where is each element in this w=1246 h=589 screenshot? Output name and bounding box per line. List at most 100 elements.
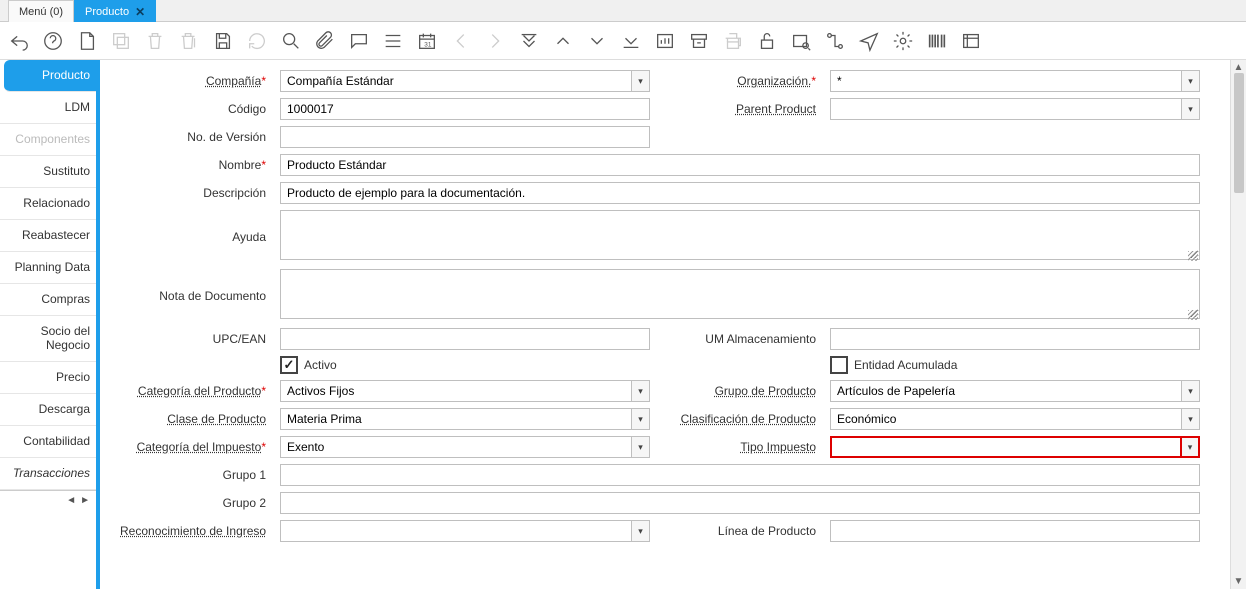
dropdown-icon[interactable] <box>1181 381 1199 401</box>
field-upc-ean[interactable] <box>280 328 650 350</box>
field-clasif-producto[interactable] <box>830 408 1200 430</box>
input-tipo-impuesto[interactable] <box>830 436 1200 458</box>
field-reconoc-ingreso[interactable] <box>280 520 650 542</box>
input-compania[interactable] <box>280 70 650 92</box>
send-icon[interactable] <box>858 30 880 52</box>
field-nombre[interactable] <box>280 154 1200 176</box>
input-clase-producto[interactable] <box>280 408 650 430</box>
last-icon[interactable] <box>620 30 642 52</box>
input-parent-product[interactable] <box>830 98 1200 120</box>
sidebar-nav-left-icon[interactable]: ◄ <box>66 495 76 506</box>
input-organizacion[interactable] <box>830 70 1200 92</box>
field-clase-producto[interactable] <box>280 408 650 430</box>
next-icon[interactable] <box>484 30 506 52</box>
sidebar-item-componentes[interactable]: Componentes <box>0 124 96 156</box>
sidebar-item-precio[interactable]: Precio <box>0 362 96 394</box>
input-grupo2[interactable] <box>280 492 1200 514</box>
sidebar-item-socio-negocio[interactable]: Socio del Negocio <box>0 316 96 362</box>
field-um-alm[interactable] <box>830 328 1200 350</box>
tab-producto[interactable]: Producto ✕ <box>74 0 156 22</box>
dropdown-icon[interactable] <box>1181 99 1199 119</box>
list-icon[interactable] <box>382 30 404 52</box>
input-cat-impuesto[interactable] <box>280 436 650 458</box>
field-grupo1[interactable] <box>280 464 1200 486</box>
input-nombre[interactable] <box>280 154 1200 176</box>
dropdown-icon[interactable] <box>1180 438 1198 456</box>
field-codigo[interactable] <box>280 98 650 120</box>
field-tipo-impuesto[interactable] <box>830 436 1200 458</box>
dropdown-icon[interactable] <box>631 437 649 457</box>
field-linea-producto[interactable] <box>830 520 1200 542</box>
sidebar-item-planning-data[interactable]: Planning Data <box>0 252 96 284</box>
undo-icon[interactable] <box>8 30 30 52</box>
down-icon[interactable] <box>586 30 608 52</box>
input-no-version[interactable] <box>280 126 650 148</box>
field-cat-impuesto[interactable] <box>280 436 650 458</box>
up-icon[interactable] <box>552 30 574 52</box>
sidebar-item-transacciones[interactable]: Transacciones <box>0 458 96 490</box>
sidebar-item-sustituto[interactable]: Sustituto <box>0 156 96 188</box>
field-no-version[interactable] <box>280 126 650 148</box>
new-icon[interactable] <box>76 30 98 52</box>
input-cat-producto[interactable] <box>280 380 650 402</box>
field-grupo2[interactable] <box>280 492 1200 514</box>
checkbox-activo[interactable]: Activo <box>280 356 650 374</box>
chat-icon[interactable] <box>348 30 370 52</box>
textarea-ayuda[interactable] <box>280 210 1200 260</box>
checkbox-entidad-acumulada[interactable]: Entidad Acumulada <box>830 356 1200 374</box>
sidebar-nav-right-icon[interactable]: ► <box>80 495 90 506</box>
sidebar-item-ldm[interactable]: LDM <box>0 92 96 124</box>
input-um-alm[interactable] <box>830 328 1200 350</box>
input-grupo-producto[interactable] <box>830 380 1200 402</box>
delete-icon[interactable] <box>144 30 166 52</box>
gear-icon[interactable] <box>892 30 914 52</box>
save-icon[interactable] <box>212 30 234 52</box>
sidebar-item-producto[interactable]: Producto <box>4 60 96 92</box>
sidebar-item-descarga[interactable]: Descarga <box>0 394 96 426</box>
dropdown-icon[interactable] <box>1181 409 1199 429</box>
workflow-icon[interactable] <box>824 30 846 52</box>
barcode-icon[interactable] <box>926 30 948 52</box>
prev-icon[interactable] <box>450 30 472 52</box>
lookup-icon[interactable] <box>790 30 812 52</box>
copy-icon[interactable] <box>110 30 132 52</box>
dropdown-icon[interactable] <box>631 409 649 429</box>
delete-multi-icon[interactable] <box>178 30 200 52</box>
checkbox-icon[interactable] <box>830 356 848 374</box>
field-compania[interactable] <box>280 70 650 92</box>
sidebar-item-reabastecer[interactable]: Reabastecer <box>0 220 96 252</box>
lock-icon[interactable] <box>756 30 778 52</box>
input-linea-producto[interactable] <box>830 520 1200 542</box>
archive-icon[interactable] <box>688 30 710 52</box>
field-parent-product[interactable] <box>830 98 1200 120</box>
input-upc-ean[interactable] <box>280 328 650 350</box>
search-icon[interactable] <box>280 30 302 52</box>
checkbox-icon[interactable] <box>280 356 298 374</box>
scroll-up-icon[interactable]: ▲ <box>1233 62 1244 73</box>
input-codigo[interactable] <box>280 98 650 120</box>
scroll-thumb[interactable] <box>1234 73 1244 193</box>
textarea-nota-doc[interactable] <box>280 269 1200 319</box>
calendar-icon[interactable]: 31 <box>416 30 438 52</box>
field-ayuda[interactable] <box>280 210 1200 263</box>
field-descripcion[interactable] <box>280 182 1200 204</box>
tab-menu[interactable]: Menú (0) <box>8 0 74 22</box>
report-icon[interactable] <box>654 30 676 52</box>
input-reconoc-ingreso[interactable] <box>280 520 650 542</box>
sidebar-item-contabilidad[interactable]: Contabilidad <box>0 426 96 458</box>
refresh-icon[interactable] <box>246 30 268 52</box>
dropdown-icon[interactable] <box>1181 71 1199 91</box>
sidebar-item-relacionado[interactable]: Relacionado <box>0 188 96 220</box>
help-icon[interactable] <box>42 30 64 52</box>
attach-icon[interactable] <box>314 30 336 52</box>
scroll-down-icon[interactable]: ▼ <box>1233 576 1244 587</box>
input-clasif-producto[interactable] <box>830 408 1200 430</box>
dropdown-icon[interactable] <box>631 381 649 401</box>
input-grupo1[interactable] <box>280 464 1200 486</box>
field-cat-producto[interactable] <box>280 380 650 402</box>
dropdown-icon[interactable] <box>631 521 649 541</box>
close-icon[interactable]: ✕ <box>135 5 145 19</box>
print-icon[interactable] <box>722 30 744 52</box>
dropdown-icon[interactable] <box>631 71 649 91</box>
first-icon[interactable] <box>518 30 540 52</box>
